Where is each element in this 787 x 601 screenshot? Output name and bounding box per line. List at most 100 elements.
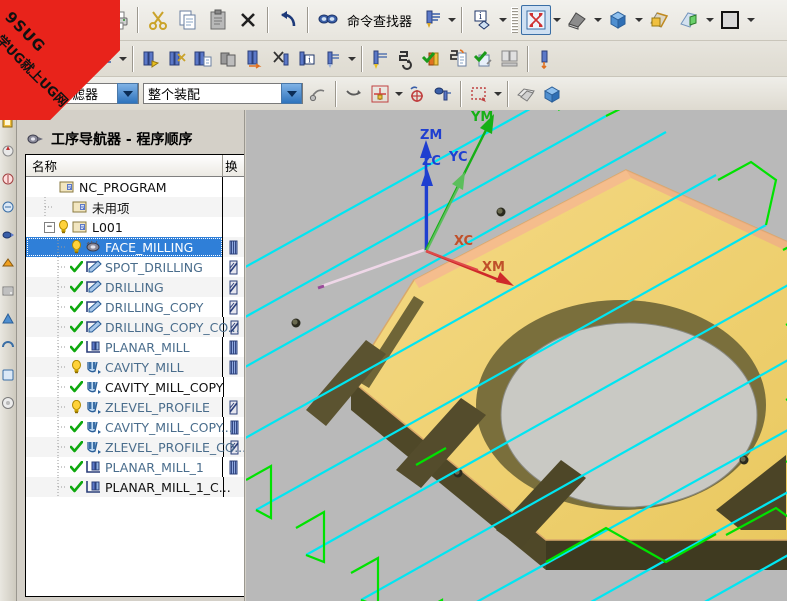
layer-settings-icon[interactable] [513, 81, 539, 107]
undo-icon[interactable] [273, 5, 303, 35]
create-operation-icon[interactable] [13, 46, 39, 72]
cube-view-icon[interactable] [603, 5, 633, 35]
tool-display-icon[interactable] [320, 46, 346, 72]
chevron-down-icon[interactable] [497, 7, 508, 33]
chevron-down-icon[interactable] [281, 83, 302, 104]
toolbar-grip[interactable] [3, 7, 10, 33]
chevron-down-icon[interactable] [551, 7, 562, 33]
table-row[interactable]: PLANAR_MILL_1 [26, 457, 244, 477]
open-file-icon[interactable] [43, 5, 73, 35]
tree-item-drilling[interactable]: DRILLING [26, 277, 224, 297]
tree-item-cavity-mill-copy[interactable]: CAVITY_MILL_COPY [26, 377, 224, 397]
table-row[interactable]: ZLEVEL_PROFILE [26, 397, 244, 417]
table-row[interactable]: DRILLING [26, 277, 244, 297]
rectangle-select-icon[interactable] [466, 81, 492, 107]
assembly-navigator-icon[interactable] [1, 114, 16, 131]
tree-item-l001[interactable]: − L001 [26, 217, 224, 237]
reuse-library-icon[interactable] [1, 198, 16, 215]
tree-item-cavity-mill[interactable]: CAVITY_MILL [26, 357, 224, 377]
wcs-dynamics-icon[interactable] [404, 81, 430, 107]
table-row[interactable]: CAVITY_MILL [26, 357, 244, 377]
chevron-down-icon[interactable] [592, 7, 603, 33]
fit-view-icon[interactable] [521, 5, 552, 35]
column-header-name[interactable]: 名称 [26, 155, 224, 176]
simulate-icon[interactable] [367, 46, 393, 72]
chevron-down-icon[interactable] [704, 7, 715, 33]
tree-item-planar-mill-1[interactable]: PLANAR_MILL_1 [26, 457, 224, 477]
tree-item-drilling-copy-co[interactable]: DRILLING_COPY_CO... [26, 317, 240, 337]
selection-filter-combo[interactable]: 无选择过滤器 [15, 83, 139, 104]
tree-item-planar-mill-1-c[interactable]: PLANAR_MILL_1_C... [26, 477, 231, 497]
tree-item-zlevel-profile-co[interactable]: ZLEVEL_PROFILE_CO... [26, 437, 244, 457]
generate-toolpath-icon[interactable] [138, 46, 164, 72]
copy-toolpath-icon[interactable] [190, 46, 216, 72]
chevron-down-icon[interactable] [446, 7, 457, 33]
web-browser-icon[interactable] [1, 254, 16, 271]
tree-item-drilling-copy[interactable]: DRILLING_COPY [26, 297, 224, 317]
table-row[interactable]: FACE_MILLING [26, 237, 244, 257]
table-row[interactable]: 未用项 [26, 197, 244, 217]
chevron-down-icon[interactable] [633, 7, 644, 33]
shaded-view-icon[interactable] [562, 5, 592, 35]
table-row[interactable]: − L001 [26, 217, 244, 237]
paste-icon[interactable] [203, 5, 233, 35]
cut-toolpath-icon[interactable] [268, 46, 294, 72]
process-studio-icon[interactable] [1, 310, 16, 327]
cut-icon[interactable] [143, 5, 173, 35]
role-icon[interactable] [1, 338, 16, 355]
tree-item-spot-drilling[interactable]: SPOT_DRILLING [26, 257, 224, 277]
info-diamond-icon[interactable]: i [467, 5, 497, 35]
command-finder-icon[interactable] [313, 5, 343, 35]
machine-icon[interactable] [533, 46, 559, 72]
new-file-icon[interactable] [13, 5, 43, 35]
column-header-tool[interactable]: 换 [223, 155, 244, 176]
move-to-layer-icon[interactable] [539, 81, 565, 107]
paste-toolpath-icon[interactable] [216, 46, 242, 72]
toolbar-grip[interactable] [3, 46, 10, 72]
palette-icon[interactable] [1, 394, 16, 411]
chevron-down-icon[interactable] [745, 7, 756, 33]
wcs-orient-icon[interactable] [430, 81, 456, 107]
chevron-down-icon[interactable] [393, 81, 404, 107]
constraint-navigator-icon[interactable] [1, 142, 16, 159]
table-row[interactable]: SPOT_DRILLING [26, 257, 244, 277]
toolbar-grip[interactable] [511, 7, 519, 33]
resource-bar[interactable] [0, 110, 17, 601]
table-row[interactable]: CAVITY_MILL_COPY [26, 377, 244, 397]
copy-icon[interactable] [173, 5, 203, 35]
create-method-icon[interactable] [65, 46, 91, 72]
tree-item-[interactable]: 未用项 [26, 197, 224, 217]
table-row[interactable]: PLANAR_MILL_1_C... [26, 477, 244, 497]
background-icon[interactable] [715, 5, 745, 35]
chevron-down-icon[interactable] [492, 81, 503, 107]
select-all-icon[interactable] [305, 81, 331, 107]
tree-item-face-milling[interactable]: FACE_MILLING [26, 237, 224, 257]
create-geometry-icon[interactable] [39, 46, 65, 72]
section-view-icon[interactable] [644, 5, 674, 35]
list-output-icon[interactable] [497, 46, 523, 72]
table-row[interactable]: DRILLING_COPY [26, 297, 244, 317]
approve-icon[interactable] [471, 46, 497, 72]
scope-combo[interactable]: 整个装配 [143, 83, 303, 104]
snap-point-icon[interactable] [367, 81, 393, 107]
tree-item-nc-program[interactable]: NC_PROGRAM [26, 177, 224, 197]
print-icon[interactable] [103, 5, 133, 35]
table-row[interactable]: PLANAR_MILL [26, 337, 244, 357]
delete-icon[interactable] [233, 5, 263, 35]
verify-toolpath-icon[interactable] [164, 46, 190, 72]
chevron-down-icon[interactable] [117, 83, 138, 104]
tool-info-icon[interactable] [416, 5, 446, 35]
table-row[interactable]: NC_PROGRAM [26, 177, 244, 197]
translucency-icon[interactable] [674, 5, 704, 35]
chevron-down-icon[interactable] [117, 46, 128, 72]
tree-item-zlevel-profile[interactable]: ZLEVEL_PROFILE [26, 397, 224, 417]
toolpath-info-icon[interactable]: i [294, 46, 320, 72]
operation-navigator-icon[interactable] [1, 226, 16, 243]
collapse-toggle-icon[interactable]: − [43, 217, 56, 237]
tree-item-planar-mill[interactable]: PLANAR_MILL [26, 337, 224, 357]
graphics-viewport[interactable]: ZM ZC YC YM XC XM [246, 110, 787, 601]
table-row[interactable]: DRILLING_COPY_CO... [26, 317, 244, 337]
tree-item-cavity-mill-copy[interactable]: CAVITY_MILL_COPY... [26, 417, 233, 437]
part-navigator-icon[interactable] [1, 170, 16, 187]
transform-icon[interactable] [242, 46, 268, 72]
